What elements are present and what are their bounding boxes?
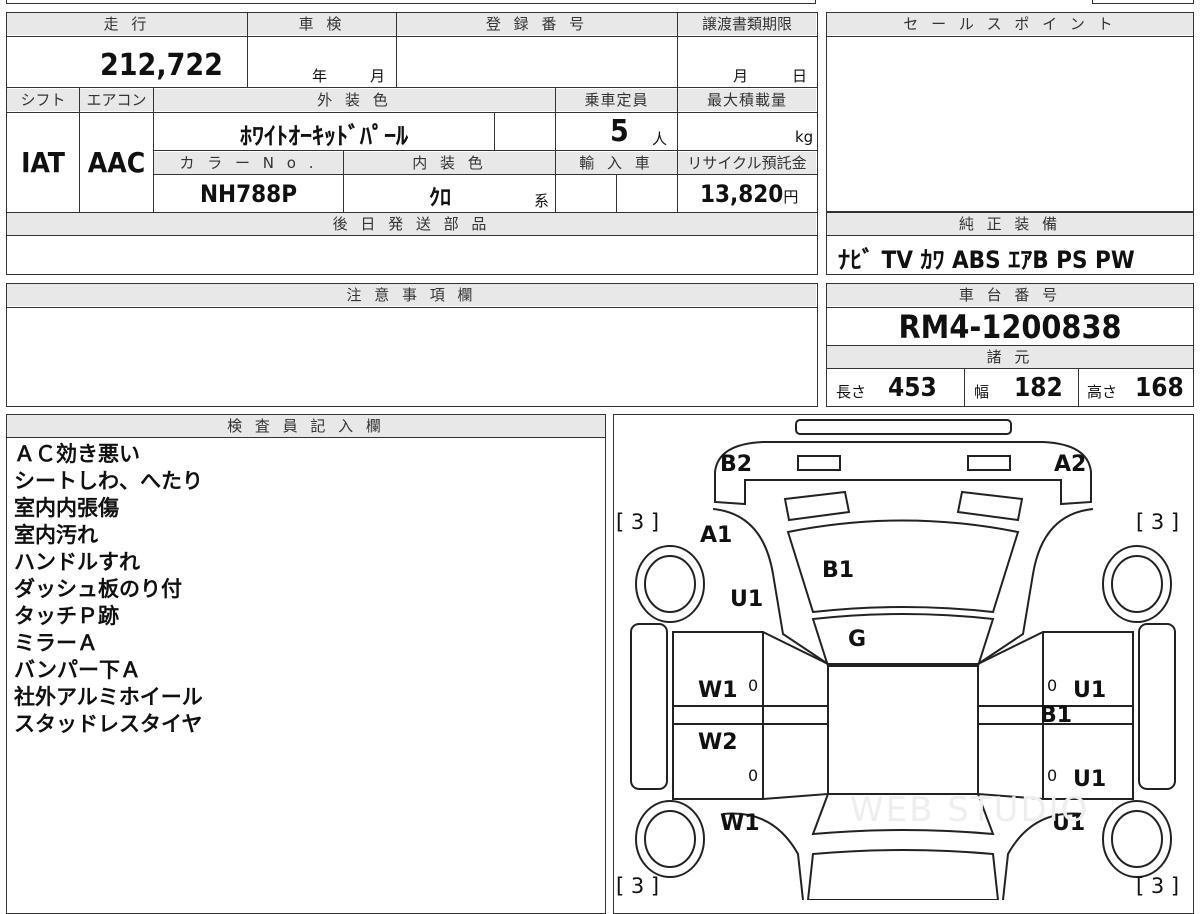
zero-right-bottom: 0 [1047,766,1058,785]
label-w1-left: W1 [698,678,738,703]
length-label: 長さ [836,383,867,401]
note-line: ＡＣ効き悪い [14,442,140,466]
sales-point-header: セ ー ル ス ポ イ ン ト [827,13,1193,35]
capacity-header: 乗車定員 [556,89,677,111]
aircon-header: エアコン [80,89,153,111]
tire-tread-front-left: [ 3 ] [616,510,660,534]
color-no-header: カ ラ ー N o . [154,152,343,174]
top-strip-right [1092,0,1194,4]
label-g: G [848,627,867,652]
aircon-value: AAC [87,146,146,179]
deadline-day-label: 日 [792,67,808,85]
transfer-deadline-header: 譲渡書類期限 [678,13,816,35]
inspection-header: 車 検 [248,13,396,35]
inspector-header: 検 査 員 記 入 欄 [7,415,605,437]
specs-header: 諸 元 [827,346,1193,368]
exterior-color-value: ﾎﾜｲﾄｵｰｷｯﾄﾞﾊﾟｰﾙ [240,122,408,150]
height-label: 高さ [1087,383,1118,401]
note-line: ミラーＡ [14,631,98,655]
later-parts-header: 後 日 発 送 部 品 [7,213,816,235]
inspector-notes: ＡＣ効き悪い シートしわ、へたり 室内内張傷 室内汚れ ハンドルすれ ダッシュ板… [14,441,594,738]
label-b1-top: B1 [822,558,855,583]
tire-tread-rear-left: [ 3 ] [616,874,660,898]
width-label: 幅 [974,383,990,401]
zero-right-top: 0 [1047,676,1058,695]
capacity-value: 5 [610,114,629,149]
capacity-unit: 人 [652,130,668,148]
note-line: 室内汚れ [14,523,98,547]
note-line: ハンドルすれ [14,550,140,574]
note-line: シートしわ、へたり [14,469,203,493]
deadline-month-label: 月 [733,67,749,85]
zero-left-top: 0 [748,676,759,695]
note-line: 室内内張傷 [14,496,119,520]
import-header: 輸 入 車 [556,152,677,174]
inspection-month-label: 月 [370,67,386,85]
interior-color-header: 内 装 色 [344,152,555,174]
shift-value: IAT [21,146,65,179]
label-b1-right: B1 [1040,703,1073,728]
mileage-header: 走 行 [7,13,247,35]
max-load-header: 最大積載量 [678,89,816,111]
recycle-value: 13,820円 [700,180,798,208]
top-strip-left [6,0,816,4]
sales-point-box [826,12,1194,212]
color-no-value: NH788P [199,180,298,208]
width-value: 182 [1014,373,1063,403]
interior-color-suffix: 系 [534,192,550,210]
zero-left-bottom: 0 [748,766,759,785]
tire-tread-rear-right: [ 3 ] [1136,874,1180,898]
label-w1-bottom: W1 [720,811,760,836]
genuine-equipment-header: 純 正 装 備 [827,213,1193,235]
label-u1-front: U1 [730,587,764,612]
recycle-unit: 円 [783,188,799,206]
note-line: 社外アルミホイール [14,685,203,709]
label-u1-right-mid: U1 [1073,767,1107,792]
recycle-number: 13,820 [700,180,784,208]
shift-header: シフト [7,89,79,111]
notes-header: 注 意 事 項 欄 [7,284,816,306]
watermark: WEB STUDIO [850,790,1090,830]
inspection-year-label: 年 [312,67,328,85]
height-value: 168 [1135,373,1184,403]
label-b2: B2 [720,452,753,477]
note-line: タッチＰ跡 [14,604,119,628]
interior-color-value: ｸﾛ [428,186,451,211]
chassis-header: 車 台 番 号 [827,284,1193,306]
note-line: スタッドレスタイヤ [14,712,203,736]
label-a1: A1 [700,523,733,548]
note-line: バンパー下Ａ [14,658,142,682]
label-a2: A2 [1054,452,1087,477]
length-value: 453 [888,373,937,403]
label-u1-right-top: U1 [1073,678,1107,703]
exterior-color-header: 外 装 色 [154,89,555,111]
registration-header: 登 録 番 号 [397,13,677,35]
tire-tread-front-right: [ 3 ] [1136,510,1180,534]
max-load-unit: kg [795,128,814,146]
genuine-equipment-value: ﾅﾋﾞ TV ｶﾜ ABS ｴｱB PS PW [838,246,1135,274]
chassis-value: RM4-1200838 [898,308,1122,346]
mileage-number: 212,722 [100,48,223,83]
note-line: ダッシュ板のり付 [14,577,182,601]
label-w2-left: W2 [698,730,738,755]
recycle-header: リサイクル預託金 [678,152,816,174]
